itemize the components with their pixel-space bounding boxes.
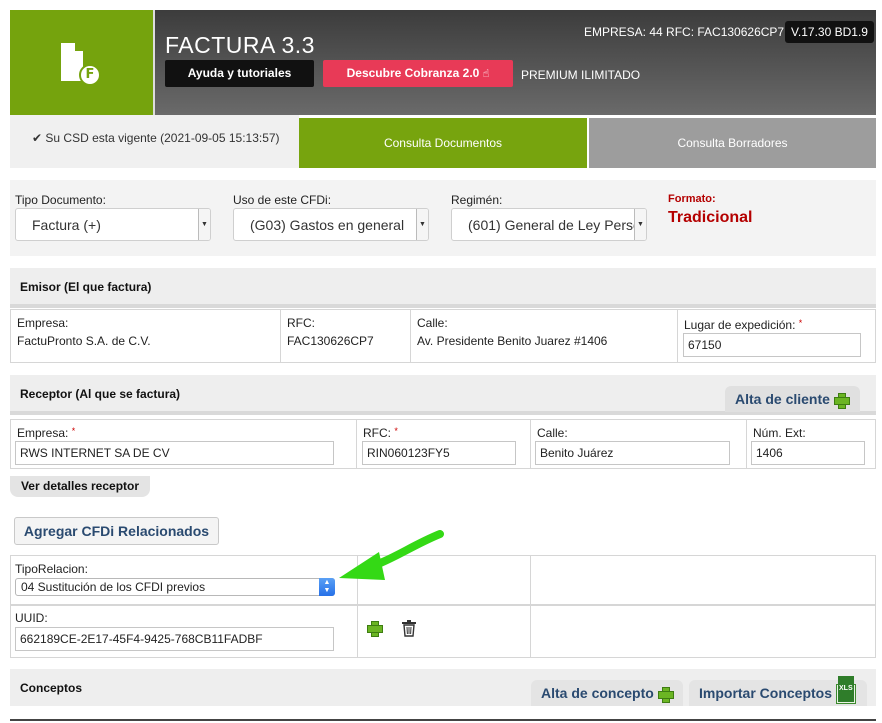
- cobranza-button[interactable]: Descubre Cobranza 2.0 ☝: [323, 60, 513, 87]
- uso-cfdi-select[interactable]: (G03) Gastos en general ▼: [233, 208, 429, 241]
- receptor-empresa-label-wrap: Empresa: *: [17, 426, 350, 440]
- formato-label: Formato:: [668, 193, 716, 205]
- importar-conceptos-label: Importar Conceptos: [699, 685, 833, 701]
- grid-divider: [11, 604, 875, 606]
- csd-status: ✔ Su CSD esta vigente (2021-09-05 15:13:…: [10, 115, 299, 168]
- receptor-rfc-label: RFC:: [363, 426, 391, 440]
- uuid-label: UUID:: [15, 611, 48, 625]
- conceptos-heading-text: Conceptos: [20, 681, 83, 695]
- chevron-down-icon: ▼: [416, 209, 428, 240]
- emisor-empresa-cell: Empresa: FactuPronto S.A. de C.V.: [11, 310, 281, 362]
- add-uuid-plus-icon[interactable]: [367, 621, 383, 637]
- chevron-down-icon: ▼: [634, 209, 646, 240]
- excel-icon: XLS: [836, 676, 857, 705]
- alta-cliente-label: Alta de cliente: [735, 391, 830, 407]
- ver-detalles-receptor-button[interactable]: Ver detalles receptor: [10, 476, 150, 497]
- lugar-expedicion-input[interactable]: 67150: [683, 333, 861, 357]
- emisor-calle-cell: Calle: Av. Presidente Benito Juarez #140…: [411, 310, 678, 362]
- receptor-empresa-label: Empresa:: [17, 426, 69, 440]
- plus-icon: [657, 687, 674, 704]
- alta-concepto-button[interactable]: Alta de concepto: [531, 680, 683, 706]
- hand-pointer-icon: ☝: [482, 68, 490, 80]
- regimen-label: Regimén:: [451, 193, 503, 207]
- plus-icon: [833, 393, 850, 410]
- tipo-relacion-label: TipoRelacion:: [15, 562, 88, 576]
- tipo-documento-label: Tipo Documento:: [15, 193, 106, 207]
- required-marker: *: [798, 318, 803, 328]
- section-bottom-border: [10, 719, 876, 721]
- lugar-expedicion-label-wrap: Lugar de expedición: *: [684, 318, 870, 332]
- tipo-relacion-value: 04 Sustitución de los CFDI previos: [21, 580, 206, 594]
- app-header: F FACTURA 3.3 Ayuda y tutoriales Descubr…: [10, 10, 876, 115]
- receptor-rfc-label-wrap: RFC: *: [363, 426, 524, 440]
- alta-concepto-label: Alta de concepto: [541, 685, 654, 701]
- uso-cfdi-label: Uso de este CFDi:: [233, 193, 332, 207]
- header-divider: [153, 10, 155, 115]
- help-tutorials-button[interactable]: Ayuda y tutoriales: [165, 60, 314, 87]
- emisor-heading: Emisor (El que factura): [10, 268, 876, 308]
- emisor-empresa-value: FactuPronto S.A. de C.V.: [17, 334, 151, 348]
- uuid-input[interactable]: 662189CE-2E17-45F4-9425-768CB11FADBF: [15, 627, 334, 651]
- app-title: FACTURA 3.3: [165, 32, 315, 58]
- agregar-cfdi-relacionados-button[interactable]: Agregar CFDi Relacionados: [14, 517, 219, 545]
- green-arrow-icon: [339, 530, 444, 580]
- excel-icon-text: XLS: [838, 676, 854, 703]
- emisor-rfc-label: RFC:: [287, 316, 315, 330]
- check-icon: ✔: [32, 131, 43, 145]
- trash-icon[interactable]: [401, 620, 417, 637]
- grid-divider: [530, 556, 531, 657]
- emisor-rfc-value: FAC130626CP7: [287, 334, 374, 348]
- select-arrows-icon: ▲ ▼: [319, 578, 335, 596]
- csd-status-text: Su CSD esta vigente (2021-09-05 15:13:57…: [45, 131, 280, 145]
- receptor-calle-label: Calle:: [537, 426, 568, 440]
- cobranza-button-label: Descubre Cobranza 2.0: [346, 66, 480, 80]
- alta-cliente-button[interactable]: Alta de cliente: [725, 386, 860, 412]
- tipo-documento-value: Factura (+): [32, 217, 101, 233]
- receptor-empresa-input[interactable]: RWS INTERNET SA DE CV: [15, 441, 334, 465]
- app-logo[interactable]: F: [10, 10, 153, 115]
- plan-label: PREMIUM ILIMITADO: [521, 68, 641, 82]
- receptor-numext-label: Núm. Ext:: [753, 426, 806, 440]
- receptor-heading-text: Receptor (Al que se factura): [20, 387, 181, 401]
- receptor-rfc-input[interactable]: RIN060123FY5: [362, 441, 516, 465]
- formato-value: Tradicional: [668, 209, 753, 226]
- emisor-calle-label: Calle:: [417, 316, 448, 330]
- emisor-calle-value: Av. Presidente Benito Juarez #1406: [417, 334, 608, 348]
- receptor-numext-input[interactable]: 1406: [751, 441, 865, 465]
- empresa-info: EMPRESA: 44 RFC: FAC130626CP7: [584, 25, 785, 39]
- regimen-value: (601) General de Ley Personas Morales: [468, 217, 646, 233]
- tipo-documento-select[interactable]: Factura (+) ▼: [15, 208, 211, 241]
- logo-f-badge: F: [79, 64, 101, 86]
- receptor-calle-input[interactable]: Benito Juárez: [535, 441, 730, 465]
- emisor-rfc-cell: RFC: FAC130626CP7: [281, 310, 411, 362]
- uso-cfdi-value: (G03) Gastos en general: [250, 217, 405, 233]
- chevron-down-icon: ▼: [198, 209, 210, 240]
- regimen-select[interactable]: (601) General de Ley Personas Morales ▼: [451, 208, 647, 241]
- lugar-expedicion-label: Lugar de expedición:: [684, 318, 796, 332]
- tipo-relacion-select[interactable]: 04 Sustitución de los CFDI previos ▲ ▼: [15, 578, 335, 596]
- tab-consulta-documentos[interactable]: Consulta Documentos: [299, 118, 587, 168]
- version-badge: V.17.30 BD1.9: [785, 21, 874, 43]
- tab-consulta-borradores[interactable]: Consulta Borradores: [589, 118, 876, 168]
- emisor-empresa-label: Empresa:: [17, 316, 69, 330]
- required-marker: *: [394, 426, 398, 436]
- required-marker: *: [71, 426, 76, 436]
- importar-conceptos-button[interactable]: Importar Conceptos XLS: [689, 676, 867, 706]
